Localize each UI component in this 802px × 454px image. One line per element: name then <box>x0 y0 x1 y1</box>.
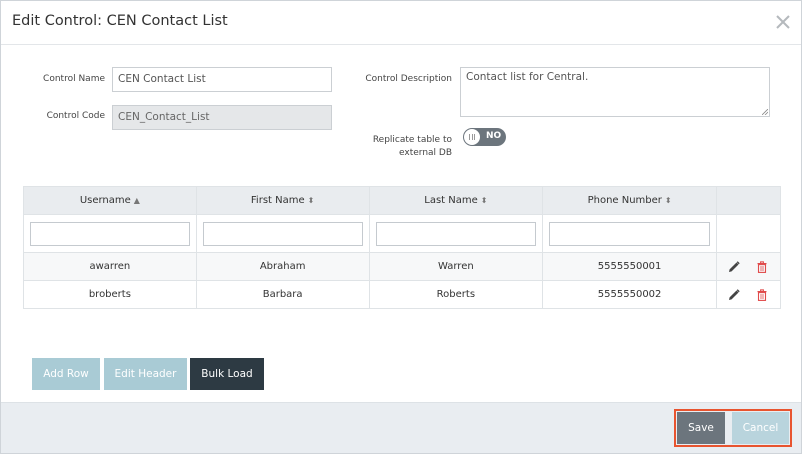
pencil-icon[interactable] <box>728 288 741 301</box>
trash-icon[interactable] <box>756 260 768 273</box>
filter-username-input[interactable] <box>30 221 190 246</box>
resize-grip-icon[interactable] <box>762 109 768 115</box>
column-label: First Name <box>250 195 305 206</box>
filter-actions-cell <box>715 214 782 253</box>
control-name-input[interactable]: CEN Contact List <box>112 67 332 92</box>
close-icon[interactable] <box>776 15 790 29</box>
table-row: broberts Barbara Roberts 5555550002 <box>23 280 782 309</box>
replicate-label: Replicate table to external DB <box>361 134 452 160</box>
column-header-username[interactable]: Username ▲ <box>23 186 197 215</box>
control-description-textarea[interactable]: Contact list for Central. <box>460 67 770 117</box>
toggle-knob <box>464 129 480 145</box>
control-code-label: Control Code <box>46 111 105 121</box>
control-name-label: Control Name <box>43 74 105 84</box>
table-header-row: Username ▲ First Name ⬍ Last Name ⬍ Phone N… <box>23 186 782 215</box>
pencil-icon[interactable] <box>728 260 741 273</box>
grip-icon <box>469 134 475 140</box>
edit-header-button[interactable]: Edit Header <box>104 358 187 390</box>
column-header-actions <box>715 186 782 215</box>
control-description-label: Control Description <box>365 74 452 84</box>
edit-control-dialog: Edit Control: CEN Contact List Control N… <box>0 0 802 454</box>
trash-icon[interactable] <box>756 288 768 301</box>
cell-first-name: Barbara <box>195 280 370 309</box>
replicate-toggle[interactable]: NO <box>463 128 506 146</box>
add-row-button[interactable]: Add Row <box>32 358 100 390</box>
control-description-text: Contact list for Central. <box>466 71 589 83</box>
row-actions <box>715 252 782 281</box>
filter-row <box>23 214 782 253</box>
toggle-state-text: NO <box>486 131 502 141</box>
replicate-label-line1: Replicate table to <box>372 135 452 145</box>
cancel-button[interactable]: Cancel <box>732 412 789 444</box>
cell-last-name: Roberts <box>368 280 544 309</box>
cell-first-name: Abraham <box>195 252 370 281</box>
cell-last-name: Warren <box>368 252 544 281</box>
column-header-phone-number[interactable]: Phone Number ⬍ <box>542 186 717 215</box>
sort-icon: ⬍ <box>664 196 672 205</box>
cell-phone: 5555550002 <box>542 280 717 309</box>
table-row: awarren Abraham Warren 5555550001 <box>23 252 782 281</box>
replicate-label-line2: external DB <box>399 148 452 158</box>
save-button[interactable]: Save <box>677 412 725 444</box>
cell-username: awarren <box>23 252 197 281</box>
column-label: Username <box>79 195 131 206</box>
filter-phone-input[interactable] <box>549 221 710 246</box>
sort-icon: ⬍ <box>307 196 315 205</box>
column-label: Phone Number <box>587 195 662 206</box>
dialog-header: Edit Control: CEN Contact List <box>1 1 801 45</box>
cell-phone: 5555550001 <box>542 252 717 281</box>
contacts-table: Username ▲ First Name ⬍ Last Name ⬍ Phone N… <box>23 186 782 309</box>
filter-last-name-input[interactable] <box>375 221 537 246</box>
dialog-title: Edit Control: CEN Contact List <box>12 13 228 29</box>
sort-icon: ⬍ <box>480 196 488 205</box>
bulk-load-button[interactable]: Bulk Load <box>190 358 264 390</box>
filter-first-name-input[interactable] <box>202 221 363 246</box>
control-code-input: CEN_Contact_List <box>112 105 332 130</box>
sort-asc-icon: ▲ <box>133 196 140 205</box>
column-header-first-name[interactable]: First Name ⬍ <box>195 186 370 215</box>
column-header-last-name[interactable]: Last Name ⬍ <box>368 186 544 215</box>
column-label: Last Name <box>424 195 478 206</box>
row-actions <box>715 280 782 309</box>
cell-username: broberts <box>23 280 197 309</box>
